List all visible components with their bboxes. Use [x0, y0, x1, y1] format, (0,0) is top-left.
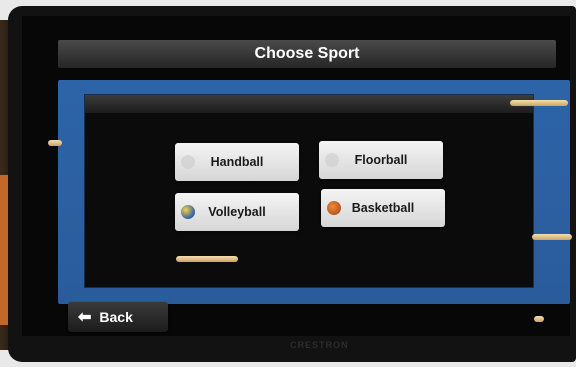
back-button[interactable]: ⬅ Back [68, 302, 168, 332]
back-label: Back [99, 309, 133, 325]
tape-mark [176, 256, 238, 262]
tape-mark [532, 234, 572, 240]
volleyball-icon [181, 205, 195, 219]
floorball-label: Floorball [354, 153, 408, 167]
handball-ball-icon [181, 155, 195, 169]
tape-mark [510, 100, 568, 106]
floorball-button[interactable]: Floorball [319, 141, 443, 179]
basketball-button[interactable]: Basketball [321, 189, 445, 227]
tape-mark [534, 316, 544, 322]
tape-mark [48, 140, 62, 146]
volleyball-button[interactable]: Volleyball [175, 193, 299, 231]
back-arrow-icon: ⬅ [78, 309, 92, 326]
touch-screen: Choose Sport Handball Floorball Volleyba… [22, 16, 570, 336]
device-brand-logo: CRESTRON [290, 340, 349, 350]
handball-button[interactable]: Handball [175, 143, 299, 181]
volleyball-label: Volleyball [208, 205, 266, 219]
basketball-label: Basketball [351, 201, 415, 215]
sport-panel-frame: Handball Floorball Volleyball Basketball [58, 80, 570, 304]
floorball-ball-icon [325, 153, 339, 167]
handball-label: Handball [210, 155, 264, 169]
basketball-icon [327, 201, 341, 215]
page-title: Choose Sport [58, 40, 556, 68]
sport-panel: Handball Floorball Volleyball Basketball [84, 94, 534, 288]
background-strip [0, 175, 8, 325]
sport-panel-header [85, 95, 533, 113]
